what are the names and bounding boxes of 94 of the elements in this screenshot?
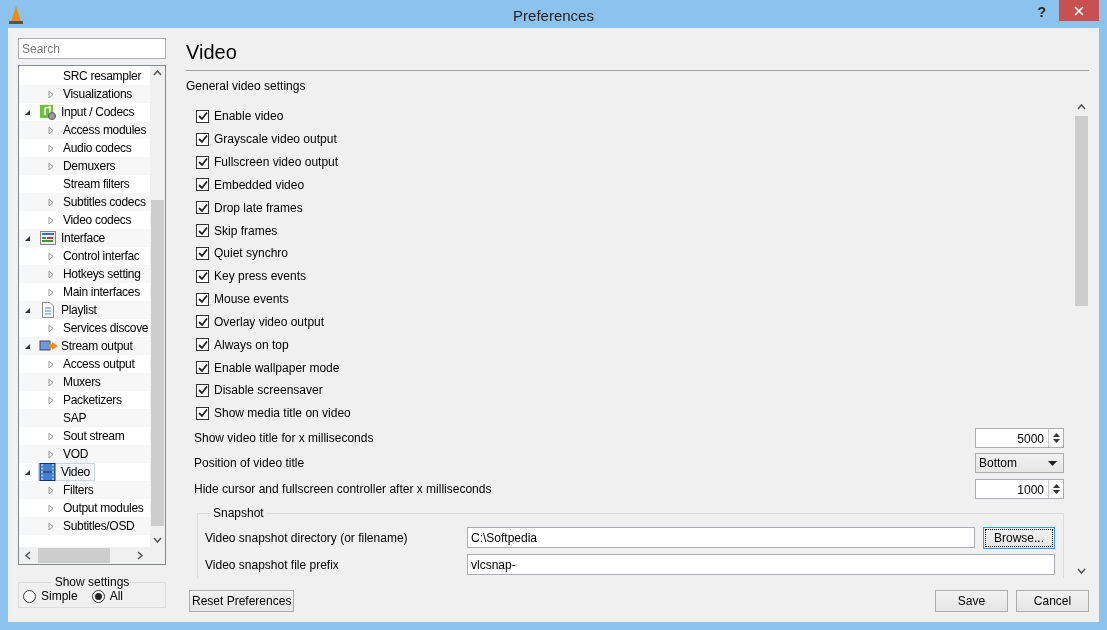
- screen-arrow-icon: [39, 338, 59, 354]
- setting-label: Video snapshot directory (or filename): [205, 530, 409, 545]
- number-field[interactable]: 5000: [975, 427, 1064, 448]
- tree-item[interactable]: Output modules: [62, 499, 149, 517]
- tree-item[interactable]: Input / Codecs: [38, 103, 140, 121]
- check-icon: [197, 202, 208, 213]
- tree-item[interactable]: Stream filters: [62, 175, 135, 193]
- cancel-button[interactable]: Cancel: [1016, 590, 1089, 612]
- expand-arrow-icon[interactable]: [47, 287, 56, 297]
- check-icon: [197, 179, 208, 190]
- check-icon: [197, 362, 208, 373]
- close-button[interactable]: [1059, 0, 1099, 21]
- tree-item[interactable]: Main interfaces: [62, 283, 145, 301]
- expand-arrow-icon[interactable]: [47, 503, 56, 513]
- check-icon: [197, 225, 208, 236]
- radio-option[interactable]: All: [91, 589, 124, 603]
- panel-title: Video: [186, 38, 1089, 71]
- checkbox[interactable]: Mouse events: [194, 287, 1064, 311]
- check-icon: [197, 271, 208, 282]
- search-field[interactable]: Search: [18, 38, 166, 59]
- checkbox[interactable]: Overlay video output: [194, 310, 1064, 334]
- window-title: Preferences: [513, 7, 594, 24]
- traffic-cone-icon: [8, 5, 24, 25]
- expand-arrow-icon[interactable]: [47, 269, 56, 279]
- scroll-thumb[interactable]: [1075, 116, 1088, 306]
- expand-arrow-icon[interactable]: [47, 431, 56, 441]
- checkbox[interactable]: Enable wallpaper mode: [194, 356, 1064, 379]
- check-icon: [197, 248, 208, 259]
- radio-option[interactable]: Simple: [23, 589, 78, 603]
- scroll-thumb[interactable]: [38, 548, 110, 563]
- check-icon: [197, 316, 208, 327]
- browse-button[interactable]: Browse...: [983, 526, 1055, 549]
- checkbox[interactable]: Grayscale video output: [194, 127, 1064, 151]
- spinner-arrows-icon[interactable]: [1052, 431, 1060, 444]
- checkbox[interactable]: Enable video: [194, 105, 1064, 128]
- setting-label: Position of video title: [194, 456, 305, 471]
- expand-arrow-icon[interactable]: [47, 143, 56, 153]
- tree-item[interactable]: Sout stream: [62, 427, 130, 445]
- expand-arrow-icon[interactable]: [47, 323, 56, 333]
- tree-item[interactable]: Control interfac: [62, 247, 145, 265]
- check-icon: [197, 157, 208, 168]
- horizontal-scrollbar[interactable]: [19, 547, 165, 564]
- tree-item[interactable]: Audio codecs: [62, 139, 137, 157]
- setting-label: Video snapshot file prefix: [205, 557, 340, 572]
- expand-arrow-icon[interactable]: [47, 449, 56, 459]
- reset-button[interactable]: Reset Preferences: [189, 590, 295, 612]
- checkbox[interactable]: Drop late frames: [194, 196, 1064, 220]
- checkbox[interactable]: Key press events: [194, 264, 1064, 288]
- expand-arrow-icon[interactable]: [47, 485, 56, 495]
- save-button[interactable]: Save: [935, 590, 1008, 612]
- text-field[interactable]: vlcsnap-: [467, 554, 1055, 576]
- check-icon: [197, 385, 208, 396]
- tree-item[interactable]: SRC resampler: [62, 67, 147, 85]
- checkbox[interactable]: Embedded video: [194, 173, 1064, 197]
- text-field[interactable]: C:\Softpedia: [467, 527, 975, 549]
- tree-item[interactable]: Access output: [62, 355, 140, 373]
- expand-arrow-icon[interactable]: [47, 359, 56, 369]
- vertical-scrollbar[interactable]: [150, 66, 165, 547]
- help-button[interactable]: ?: [1033, 4, 1050, 20]
- checkbox[interactable]: Show media title on video: [194, 401, 1064, 425]
- spinner-arrows-icon[interactable]: [1052, 483, 1060, 496]
- expand-arrow-icon[interactable]: [47, 251, 56, 261]
- checkbox[interactable]: Fullscreen video output: [194, 150, 1064, 174]
- expand-arrow-icon[interactable]: [47, 125, 56, 135]
- expand-arrow-icon[interactable]: [47, 395, 56, 405]
- expand-arrow-icon[interactable]: [47, 161, 56, 171]
- tree-item[interactable]: Packetizers: [62, 391, 127, 409]
- number-field[interactable]: 1000: [975, 479, 1064, 500]
- check-icon: [197, 111, 208, 122]
- tree-item[interactable]: Video: [38, 463, 95, 481]
- expand-arrow-icon[interactable]: [47, 197, 56, 207]
- dropdown[interactable]: Bottom: [975, 453, 1064, 474]
- checkbox[interactable]: Disable screensaver: [194, 378, 1064, 402]
- group-title: Show settings: [53, 575, 131, 589]
- scroll-thumb[interactable]: [151, 200, 164, 526]
- check-icon: [197, 294, 208, 305]
- close-icon: [1074, 5, 1084, 16]
- checkbox[interactable]: Always on top: [194, 333, 1064, 357]
- check-icon: [197, 339, 208, 350]
- group-title: Snapshot: [212, 506, 265, 521]
- checkbox[interactable]: Skip frames: [194, 219, 1064, 242]
- section-title: General video settings: [186, 79, 307, 93]
- tree-item[interactable]: Video codecs: [62, 211, 137, 229]
- dropdown-arrow-icon: [1048, 460, 1057, 466]
- expand-arrow-icon[interactable]: [47, 377, 56, 387]
- expand-arrow-icon[interactable]: [47, 521, 56, 531]
- expand-arrow-icon[interactable]: [47, 215, 56, 225]
- checkbox[interactable]: Quiet synchro: [194, 241, 1064, 265]
- tree-item[interactable]: Services discove: [62, 319, 150, 337]
- expand-arrow-icon[interactable]: [47, 89, 56, 99]
- check-icon: [197, 408, 208, 419]
- setting-label: Show video title for x milliseconds: [194, 430, 374, 445]
- check-icon: [197, 134, 208, 145]
- setting-label: Hide cursor and fullscreen controller after x milliseconds: [194, 482, 492, 497]
